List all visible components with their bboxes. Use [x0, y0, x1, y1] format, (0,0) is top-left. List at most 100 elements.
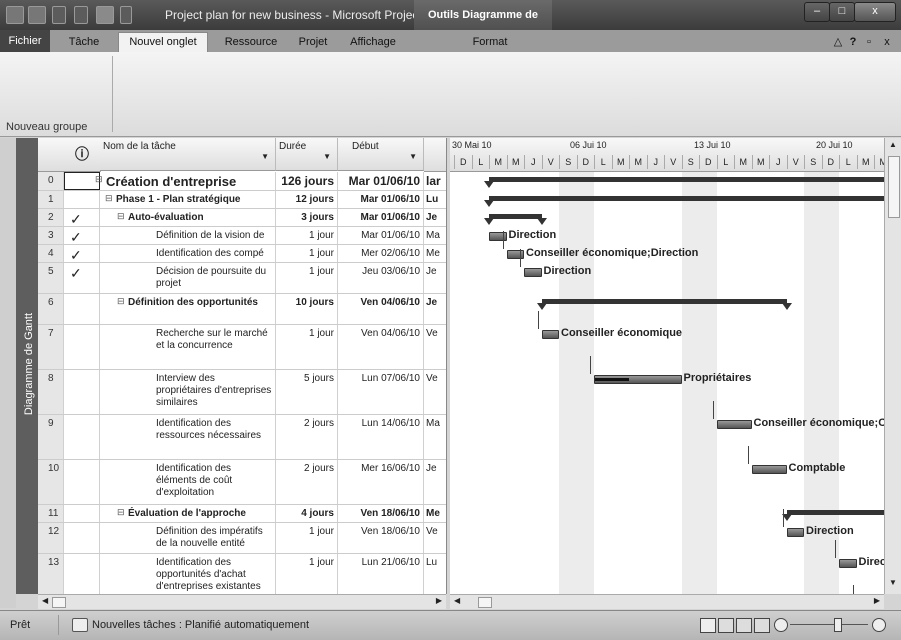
task-name-cell[interactable]: Auto-évaluation	[100, 209, 276, 226]
duration-cell[interactable]: 2 jours	[276, 415, 338, 459]
project-app-icon[interactable]	[6, 6, 24, 24]
row-id-cell[interactable]: 4	[38, 245, 64, 262]
tab-projet[interactable]: Projet	[288, 33, 338, 52]
chevron-down-icon[interactable]: ▼	[261, 152, 269, 161]
table-row[interactable]: 6 Définition des opportunités ⊟ 10 jours Ven…	[38, 294, 446, 325]
task-usage-view-icon[interactable]	[718, 618, 734, 633]
completed-check-icon[interactable]: ✓	[64, 227, 100, 244]
start-cell[interactable]: Mar 01/06/10	[338, 172, 424, 190]
start-cell[interactable]: Mar 01/06/10	[338, 209, 424, 226]
task-bar[interactable]	[541, 330, 559, 339]
completed-check-icon[interactable]: ✓	[64, 245, 100, 262]
header-start[interactable]: Début ▼	[338, 138, 424, 171]
task-name-cell[interactable]: Interview des propriétaires d'entreprise…	[100, 370, 276, 414]
task-bar[interactable]	[594, 375, 682, 384]
tab-affichage[interactable]: Affichage	[340, 33, 406, 52]
finish-cell[interactable]: Je	[424, 263, 446, 293]
summary-bar[interactable]	[489, 214, 542, 219]
duration-cell[interactable]: 3 jours	[276, 209, 338, 226]
task-name-cell[interactable]: Identification des éléments de coût d'ex…	[100, 460, 276, 504]
start-cell[interactable]: Mar 01/06/10	[338, 227, 424, 244]
close-window-icon[interactable]: x	[880, 33, 894, 52]
header-info-icon[interactable]: ⓘ	[64, 138, 101, 172]
duration-cell[interactable]: 126 jours	[276, 172, 338, 190]
vertical-scroll-thumb[interactable]	[888, 156, 900, 218]
tab-ressource[interactable]: Ressource	[218, 33, 284, 52]
task-name-cell[interactable]: Identification des opportunités d'achat …	[100, 554, 276, 594]
finish-cell[interactable]: Ve	[424, 325, 446, 369]
table-row[interactable]: 12 Définition des impératifs de la nouvel…	[38, 523, 446, 554]
chevron-down-icon[interactable]: ▼	[323, 152, 331, 161]
collapse-icon[interactable]: ⊟	[105, 193, 113, 204]
completed-check-icon[interactable]	[64, 325, 100, 369]
table-row[interactable]: 1 Phase 1 - Plan stratégique ⊟ 12 jours Mar …	[38, 191, 446, 209]
resource-sheet-view-icon[interactable]	[754, 618, 770, 633]
row-id-cell[interactable]: 12	[38, 523, 64, 553]
duration-cell[interactable]: 4 jours	[276, 505, 338, 522]
completed-check-icon[interactable]: ✓	[64, 209, 100, 226]
undo-icon[interactable]	[52, 6, 66, 24]
completed-check-icon[interactable]	[64, 554, 100, 594]
task-name-cell[interactable]: Identification des ressources nécessaire…	[100, 415, 276, 459]
task-name-cell[interactable]: Définition de la vision de	[100, 227, 276, 244]
row-id-cell[interactable]: 1	[38, 191, 64, 208]
completed-check-icon[interactable]	[64, 294, 100, 324]
start-cell[interactable]: Mar 01/06/10	[338, 191, 424, 208]
header-duration[interactable]: Durée ▼	[276, 138, 338, 171]
row-id-cell[interactable]: 11	[38, 505, 64, 522]
start-cell[interactable]: Ven 04/06/10	[338, 294, 424, 324]
task-name-cell[interactable]: Décision de poursuite du projet	[100, 263, 276, 293]
status-new-tasks[interactable]: Nouvelles tâches : Planifié automatiquem…	[92, 619, 309, 631]
collapse-icon[interactable]: ⊟	[95, 174, 103, 185]
task-bar[interactable]	[506, 250, 524, 259]
row-id-cell[interactable]: 13	[38, 554, 64, 594]
completed-check-icon[interactable]	[64, 505, 100, 522]
header-next-column[interactable]	[424, 138, 446, 172]
duration-cell[interactable]: 1 jour	[276, 263, 338, 293]
scroll-down-icon[interactable]: ▼	[887, 578, 899, 590]
task-bar[interactable]	[839, 559, 857, 568]
duration-cell[interactable]: 10 jours	[276, 294, 338, 324]
duration-cell[interactable]: 1 jour	[276, 523, 338, 553]
task-bar[interactable]	[786, 528, 804, 537]
zoom-slider-thumb[interactable]	[834, 618, 842, 632]
gantt-scroll-thumb[interactable]	[478, 597, 492, 608]
table-horizontal-scrollbar[interactable]: ◀ ▶	[38, 594, 446, 609]
task-bar[interactable]	[524, 268, 542, 277]
table-row[interactable]: 3 ✓ Définition de la vision de 1 jour Mar 01…	[38, 227, 446, 245]
row-id-cell[interactable]: 5	[38, 263, 64, 293]
minimize-button[interactable]: –	[804, 2, 830, 22]
table-row[interactable]: 4 ✓ Identification des compé 1 jour Mer 02/0…	[38, 245, 446, 263]
duration-cell[interactable]: 1 jour	[276, 227, 338, 244]
finish-cell[interactable]: Ve	[424, 523, 446, 553]
finish-cell[interactable]: lar	[424, 172, 446, 190]
finish-cell[interactable]: Ma	[424, 415, 446, 459]
chevron-down-icon[interactable]: ▼	[409, 152, 417, 161]
customize-quick-access-icon[interactable]	[120, 6, 132, 24]
start-cell[interactable]: Lun 21/06/10	[338, 554, 424, 594]
start-cell[interactable]: Jeu 03/06/10	[338, 263, 424, 293]
task-bar[interactable]	[716, 420, 752, 429]
table-row[interactable]: 5 ✓ Décision de poursuite du projet 1 jour J…	[38, 263, 446, 294]
view-bar[interactable]: Diagramme de Gantt	[16, 138, 38, 594]
tab-format[interactable]: Format	[460, 33, 520, 52]
finish-cell[interactable]: Je	[424, 294, 446, 324]
task-name-cell[interactable]: Phase 1 - Plan stratégique	[100, 191, 276, 208]
start-cell[interactable]: Lun 07/06/10	[338, 370, 424, 414]
row-id-cell[interactable]: 9	[38, 415, 64, 459]
tab-fichier[interactable]: Fichier	[0, 30, 50, 52]
collapse-icon[interactable]: ⊟	[117, 507, 125, 518]
finish-cell[interactable]: Ve	[424, 370, 446, 414]
scroll-left-icon[interactable]: ◀	[454, 596, 460, 605]
table-row[interactable]: 2 ✓ Auto-évaluation ⊟ 3 jours Mar 01/06/10 Je	[38, 209, 446, 227]
maximize-button[interactable]: □	[829, 2, 855, 22]
scroll-right-icon[interactable]: ▶	[436, 596, 442, 605]
task-name-cell[interactable]: Recherche sur le marché et la concurrenc…	[100, 325, 276, 369]
table-row[interactable]: 13 Identification des opportunités d'acha…	[38, 554, 446, 594]
finish-cell[interactable]: Je	[424, 460, 446, 504]
task-bar[interactable]	[489, 232, 507, 241]
tab-tache[interactable]: Tâche	[62, 33, 106, 52]
start-cell[interactable]: Ven 18/06/10	[338, 505, 424, 522]
task-bar[interactable]	[751, 465, 787, 474]
help-icon[interactable]: ?	[846, 33, 860, 52]
